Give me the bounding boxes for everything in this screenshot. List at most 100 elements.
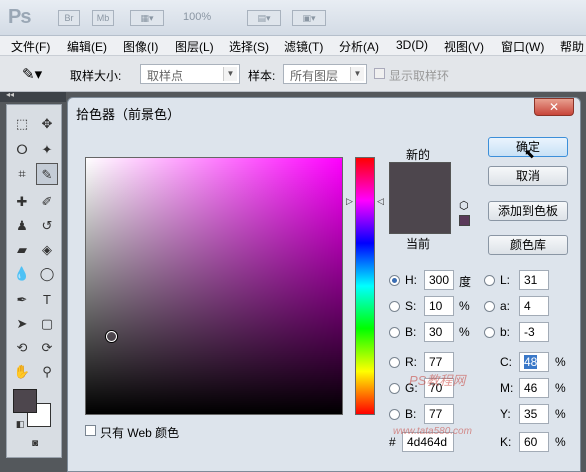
collapse-icon[interactable]: ◂◂	[6, 90, 14, 99]
l-radio[interactable]	[484, 275, 495, 286]
r-radio[interactable]	[389, 357, 400, 368]
view-extras-icon[interactable]: ▦▾	[130, 10, 164, 26]
hex-input[interactable]: 4d464d	[402, 432, 454, 452]
healing-brush-icon[interactable]: ✚	[11, 191, 33, 213]
g-radio[interactable]	[389, 383, 400, 394]
close-icon[interactable]: ✕	[534, 98, 574, 116]
y-input[interactable]: 35	[519, 404, 549, 424]
web-colors-only-checkbox[interactable]	[85, 425, 96, 436]
blue-radio[interactable]	[389, 409, 400, 420]
bridge-button[interactable]: Br	[58, 10, 80, 26]
crop-tool-icon[interactable]: ⌗	[11, 163, 33, 185]
menu-3d[interactable]: 3D(D)	[396, 38, 428, 52]
l-input[interactable]: 31	[519, 270, 549, 290]
lab-b-radio[interactable]	[484, 327, 495, 338]
s-input[interactable]: 10	[424, 296, 454, 316]
default-colors-icon[interactable]: ◧	[9, 413, 31, 435]
k-label: K:	[500, 435, 512, 449]
menu-image[interactable]: 图像(I)	[123, 38, 158, 55]
quick-mask-icon[interactable]: ◙	[24, 433, 46, 455]
menu-analysis[interactable]: 分析(A)	[339, 38, 379, 55]
hue-slider-right-handle[interactable]: ◁	[377, 196, 384, 207]
eyedropper-tool-preset-icon[interactable]: ✎▾	[22, 65, 42, 83]
m-unit: %	[555, 381, 566, 395]
eraser-tool-icon[interactable]: ▰	[11, 239, 33, 261]
pen-tool-icon[interactable]: ✒	[11, 289, 33, 311]
menu-select[interactable]: 选择(S)	[229, 38, 269, 55]
sample-select[interactable]: 所有图层 ▼	[283, 64, 367, 84]
chevron-down-icon: ▼	[223, 67, 237, 81]
h-input[interactable]: 300	[424, 270, 454, 290]
add-to-swatches-button[interactable]: 添加到色板	[488, 201, 568, 221]
lab-b-input[interactable]: -3	[519, 322, 549, 342]
hue-slider-left-handle[interactable]: ▷	[346, 196, 353, 207]
3d-orbit-icon[interactable]: ⟳	[36, 337, 58, 359]
zoom-level[interactable]: 100%	[183, 11, 211, 23]
color-cursor[interactable]	[106, 331, 117, 342]
show-ring-checkbox[interactable]	[374, 68, 385, 79]
marquee-tool-icon[interactable]: ⬚	[11, 113, 33, 135]
menu-help[interactable]: 帮助	[560, 38, 584, 55]
menu-view[interactable]: 视图(V)	[444, 38, 484, 55]
dodge-tool-icon[interactable]: ◯	[36, 263, 58, 285]
y-unit: %	[555, 407, 566, 421]
k-input[interactable]: 60	[519, 432, 549, 452]
new-color-label: 新的	[406, 148, 431, 162]
brightness-label: B:	[405, 325, 417, 339]
arrange-documents-icon[interactable]: ▤▾	[247, 10, 281, 26]
brightness-radio[interactable]	[389, 327, 400, 338]
r-input[interactable]: 77	[424, 352, 454, 372]
eyedropper-tool-icon[interactable]: ✎	[36, 163, 58, 185]
toolbox-header[interactable]: ◂◂	[0, 90, 66, 102]
move-tool-icon[interactable]: ✥	[36, 113, 58, 135]
path-selection-icon[interactable]: ➤	[11, 313, 33, 335]
a-radio[interactable]	[484, 301, 495, 312]
shape-tool-icon[interactable]: ▢	[36, 313, 58, 335]
foreground-color-swatch[interactable]	[13, 389, 37, 413]
s-label: S:	[405, 299, 417, 313]
sample-size-select[interactable]: 取样点 ▼	[140, 64, 240, 84]
web-colors-only-label: 只有 Web 颜色	[100, 426, 180, 440]
s-unit: %	[459, 299, 470, 313]
menu-window[interactable]: 窗口(W)	[501, 38, 544, 55]
blur-tool-icon[interactable]: 💧	[11, 263, 33, 285]
a-input[interactable]: 4	[519, 296, 549, 316]
c-input[interactable]: 48	[519, 352, 549, 372]
brush-tool-icon[interactable]: ✐	[36, 191, 58, 213]
g-input[interactable]: 70	[424, 378, 454, 398]
hand-tool-icon[interactable]: ✋	[11, 361, 33, 383]
g-label: G:	[405, 381, 418, 395]
mini-bridge-button[interactable]: Mb	[92, 10, 114, 26]
current-color-swatch[interactable]	[389, 200, 451, 234]
hue-slider[interactable]	[355, 157, 375, 415]
type-tool-icon[interactable]: T	[36, 289, 58, 311]
brightness-input[interactable]: 30	[424, 322, 454, 342]
h-radio[interactable]	[389, 275, 400, 286]
clone-stamp-icon[interactable]: ♟	[11, 215, 33, 237]
magic-wand-icon[interactable]: ✦	[36, 139, 58, 161]
zoom-tool-icon[interactable]: ⚲	[36, 361, 58, 383]
m-input[interactable]: 46	[519, 378, 549, 398]
sample-size-label: 取样大小:	[70, 69, 122, 83]
menu-filter[interactable]: 滤镜(T)	[284, 38, 323, 55]
lasso-tool-icon[interactable]: ⵔ	[11, 139, 33, 161]
menu-edit[interactable]: 编辑(E)	[67, 38, 107, 55]
menu-file[interactable]: 文件(F)	[11, 38, 50, 55]
s-radio[interactable]	[389, 301, 400, 312]
gamut-warning-swatch[interactable]	[459, 215, 470, 226]
3d-rotate-icon[interactable]: ⟲	[11, 337, 33, 359]
h-unit: 度	[459, 275, 472, 289]
color-field[interactable]	[85, 157, 343, 415]
new-color-swatch	[389, 162, 451, 200]
lab-b-label: b:	[500, 325, 511, 339]
history-brush-icon[interactable]: ↺	[36, 215, 58, 237]
screen-mode-icon[interactable]: ▣▾	[292, 10, 326, 26]
sample-size-value: 取样点	[147, 69, 184, 83]
application-bar: Ps Br Mb ▦▾ 100% ▤▾ ▣▾	[0, 0, 586, 36]
menu-layer[interactable]: 图层(L)	[175, 38, 214, 55]
cancel-button[interactable]: 取消	[488, 166, 568, 186]
paint-bucket-icon[interactable]: ◈	[36, 239, 58, 261]
out-of-gamut-icon[interactable]: ⬡	[459, 199, 469, 212]
blue-input[interactable]: 77	[424, 404, 454, 424]
color-libraries-button[interactable]: 颜色库	[488, 235, 568, 255]
